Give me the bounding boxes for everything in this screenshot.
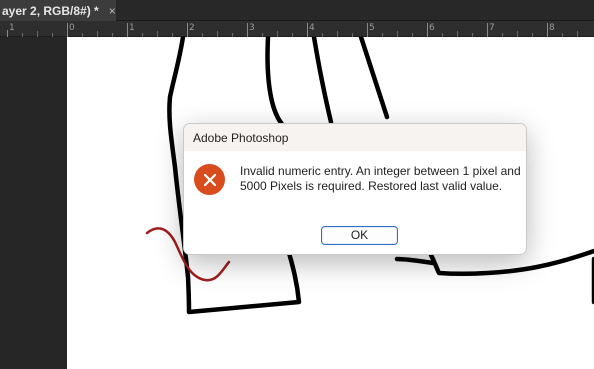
document-tab-bar: ayer 2, RGB/8#) * × (0, 0, 594, 21)
horizontal-ruler[interactable]: 1 0 1 2 3 4 5 6 7 8 (0, 21, 594, 37)
dialog-title: Adobe Photoshop (193, 130, 289, 145)
ruler-label: 7 (489, 23, 495, 33)
ruler-ticks (7, 23, 578, 37)
pasteboard-left (0, 37, 67, 369)
ruler-label: 2 (189, 23, 195, 33)
close-icon[interactable]: × (109, 5, 116, 17)
dialog-message: Invalid numeric entry. An integer betwee… (240, 164, 521, 193)
error-dialog: Adobe Photoshop Invalid numeric entry. A… (183, 123, 527, 255)
ok-button[interactable]: OK (321, 226, 398, 245)
dialog-body: Invalid numeric entry. An integer betwee… (184, 151, 526, 254)
document-tab[interactable]: ayer 2, RGB/8#) * × (0, 0, 116, 21)
document-tab-title: ayer 2, RGB/8#) * (2, 3, 99, 18)
ruler-label: 5 (369, 23, 375, 33)
ruler-label: 6 (429, 23, 435, 33)
ruler-label: 1 (129, 23, 135, 33)
ruler-label: 8 (549, 23, 555, 33)
ruler-label: 3 (249, 23, 255, 33)
ruler-label: 0 (69, 23, 75, 33)
dialog-titlebar[interactable]: Adobe Photoshop (184, 124, 526, 151)
error-icon (194, 164, 225, 195)
ruler-label: 1 (9, 23, 15, 33)
ruler-label: 4 (309, 23, 315, 33)
